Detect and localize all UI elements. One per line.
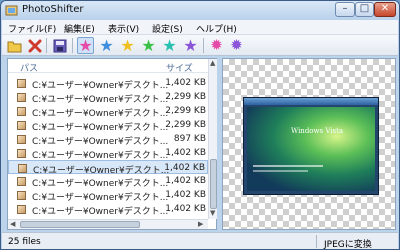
gear-purple-icon[interactable]: ✹ bbox=[228, 37, 245, 54]
close-button[interactable]: ✕ bbox=[374, 2, 396, 17]
menu-bar: ファイル(F) 編集(E) 表示(V) 設定(S) ヘルプ(H) bbox=[2, 20, 398, 35]
list-item-selected[interactable]: C:¥ユーザー¥Owner¥デスクト... 1,402 KB bbox=[8, 160, 208, 176]
file-size: 2,299 KB bbox=[165, 106, 206, 116]
star-purple-icon[interactable]: ★ bbox=[182, 37, 199, 54]
app-icon bbox=[5, 5, 18, 16]
scroll-down-icon[interactable]: ▼ bbox=[210, 209, 215, 217]
image-file-icon bbox=[17, 121, 26, 130]
column-header-size[interactable]: サイズ bbox=[166, 61, 193, 74]
status-divider bbox=[316, 235, 317, 248]
scroll-up-icon[interactable]: ▲ bbox=[210, 59, 215, 67]
preview-window-titlebar bbox=[244, 98, 378, 105]
open-folder-icon[interactable] bbox=[6, 37, 23, 54]
file-list[interactable]: パス サイズ C:¥ユーザー¥Owner¥デスクト... 1,402 KB C:¥… bbox=[7, 58, 217, 230]
file-size: 2,299 KB bbox=[165, 92, 206, 102]
scroll-left-icon[interactable]: ◀ bbox=[10, 220, 15, 228]
list-item[interactable]: C:¥ユーザー¥Owner¥デスクト... 1,402 KB bbox=[8, 174, 208, 189]
vertical-scroll-thumb[interactable] bbox=[210, 159, 217, 209]
file-path: C:¥ユーザー¥Owner¥デスクト... bbox=[32, 207, 169, 217]
file-size: 1,402 KB bbox=[165, 204, 206, 214]
list-item[interactable]: C:¥ユーザー¥Owner¥デスクト... 1,402 KB bbox=[8, 202, 208, 217]
image-file-icon bbox=[17, 177, 26, 186]
file-count: 25 files bbox=[8, 237, 41, 247]
star-green-icon[interactable]: ★ bbox=[140, 37, 157, 54]
window-title: PhotoShifter bbox=[22, 4, 84, 15]
menu-view[interactable]: 表示(V) bbox=[108, 22, 139, 35]
preview-text-line bbox=[253, 165, 323, 167]
star-blue-icon[interactable]: ★ bbox=[98, 37, 115, 54]
save-icon[interactable] bbox=[51, 37, 68, 54]
toolbar-separator bbox=[203, 38, 204, 53]
preview-window-body: Windows Vista bbox=[247, 107, 375, 191]
list-header: パス サイズ bbox=[8, 59, 208, 74]
image-file-icon bbox=[17, 191, 26, 200]
toolbar-separator bbox=[46, 38, 47, 53]
image-preview[interactable]: Windows Vista bbox=[222, 58, 396, 230]
title-bar[interactable]: PhotoShifter – □ ✕ bbox=[1, 1, 399, 20]
app-window: PhotoShifter – □ ✕ ファイル(F) 編集(E) 表示(V) 設… bbox=[0, 0, 400, 250]
maximize-button[interactable]: □ bbox=[355, 2, 374, 17]
list-item[interactable]: C:¥ユーザー¥Owner¥デスクト... 1,402 KB bbox=[8, 76, 208, 91]
horizontal-scrollbar[interactable]: ◀ ▶ bbox=[8, 219, 208, 229]
list-item[interactable]: C:¥ユーザー¥Owner¥デスクト... 897 KB bbox=[8, 132, 208, 147]
list-item[interactable]: C:¥ユーザー¥Owner¥デスクト... 2,299 KB bbox=[8, 118, 208, 133]
column-header-path[interactable]: パス bbox=[20, 61, 38, 74]
vertical-scrollbar[interactable]: ▲ ▼ bbox=[208, 59, 217, 219]
file-size: 1,402 KB bbox=[165, 176, 206, 186]
file-size: 1,402 KB bbox=[165, 148, 206, 158]
image-file-icon bbox=[17, 149, 26, 158]
image-file-icon bbox=[17, 93, 26, 102]
file-size: 2,299 KB bbox=[165, 120, 206, 130]
preview-text-line bbox=[253, 170, 308, 172]
file-size: 1,402 KB bbox=[165, 190, 206, 200]
horizontal-scroll-thumb[interactable] bbox=[20, 221, 140, 228]
menu-help[interactable]: ヘルプ(H) bbox=[196, 22, 237, 35]
list-item[interactable]: C:¥ユーザー¥Owner¥デスクト... 2,299 KB bbox=[8, 104, 208, 119]
gear-pink-icon[interactable]: ✹ bbox=[208, 37, 225, 54]
conversion-mode: JPEGに変換 bbox=[324, 240, 372, 250]
file-size: 897 KB bbox=[173, 134, 206, 144]
menu-settings[interactable]: 設定(S) bbox=[152, 22, 183, 35]
image-file-icon bbox=[17, 79, 26, 88]
image-file-icon bbox=[17, 135, 26, 144]
image-file-icon bbox=[18, 164, 27, 173]
star-cyan-icon[interactable]: ★ bbox=[161, 37, 178, 54]
menu-file[interactable]: ファイル(F) bbox=[8, 22, 56, 35]
toolbar-separator bbox=[72, 38, 73, 53]
list-item[interactable]: C:¥ユーザー¥Owner¥デスクト... 1,402 KB bbox=[8, 146, 208, 161]
file-size: 1,402 KB bbox=[164, 163, 205, 173]
list-item[interactable]: C:¥ユーザー¥Owner¥デスクト... 1,402 KB bbox=[8, 188, 208, 203]
status-bar: 25 files JPEGに変換 bbox=[2, 232, 398, 250]
scroll-right-icon[interactable]: ▶ bbox=[198, 220, 203, 228]
star-pink-icon[interactable]: ★ bbox=[77, 37, 94, 54]
file-size: 1,402 KB bbox=[165, 78, 206, 88]
menu-edit[interactable]: 編集(E) bbox=[64, 22, 95, 35]
toolbar: ★ ★ ★ ★ ★ ★ ✹ ✹ bbox=[2, 35, 398, 56]
image-file-icon bbox=[17, 205, 26, 214]
delete-icon[interactable] bbox=[26, 37, 43, 54]
star-yellow-icon[interactable]: ★ bbox=[119, 37, 136, 54]
image-file-icon bbox=[17, 107, 26, 116]
list-item[interactable]: C:¥ユーザー¥Owner¥デスクト... 2,299 KB bbox=[8, 90, 208, 105]
preview-logo-text: Windows Vista bbox=[291, 127, 344, 135]
preview-image: Windows Vista bbox=[243, 97, 379, 195]
minimize-button[interactable]: – bbox=[335, 2, 355, 17]
